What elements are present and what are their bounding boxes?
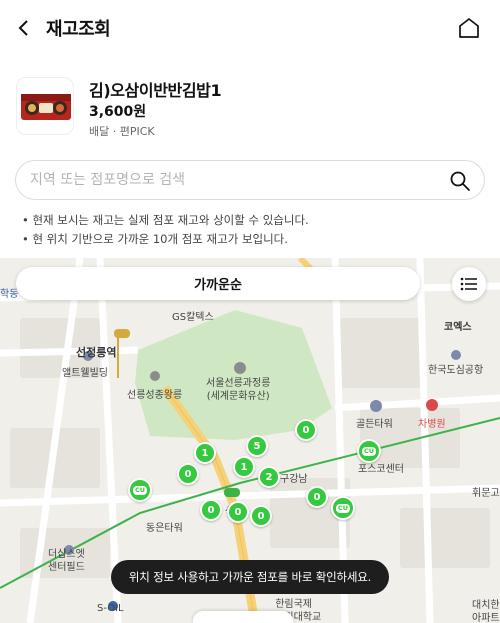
map-label: 센터필드 [48, 562, 85, 573]
map-label: 학동 [0, 289, 19, 300]
app-header: 재고조회 [0, 0, 500, 56]
map-label: 더샵스엣 [48, 549, 85, 560]
search-box [15, 160, 485, 200]
map-label: 구강남 [280, 474, 308, 485]
map-label-heritage: 서울선릉과정릉 (세계문화유산) [206, 377, 270, 403]
notice-line: • 현 위치 기반으로 가까운 10개 점포 재고가 보입니다. [22, 232, 288, 246]
product-thumbnail [16, 77, 74, 135]
store-marker[interactable]: 0 [177, 463, 199, 485]
map-label: 한국도심공항 [428, 365, 484, 376]
stock-notices: • 현재 보시는 재고는 실제 점포 재고와 상이할 수 있습니다. • 현 위… [22, 211, 309, 249]
map-label: 서울선릉과정릉 [206, 378, 271, 389]
map-label: (세계문화유산) [206, 391, 270, 402]
store-marker[interactable]: 2 [258, 466, 280, 488]
search-icon[interactable] [448, 169, 472, 193]
product-tags: 배달 · 편PICK [89, 125, 155, 138]
store-map[interactable]: 가까운순 학동 GS칼텍스 코엑스 선정릉역 앨트웰빌딩 한국도심공항 선릉성종… [0, 258, 500, 623]
home-button[interactable] [454, 13, 484, 43]
store-marker[interactable]: 0 [200, 499, 222, 521]
store-marker[interactable]: 1 [233, 456, 255, 478]
store-marker[interactable]: 0 [295, 419, 317, 441]
store-marker[interactable]: 0 [306, 486, 328, 508]
cu-logo-icon: CU [361, 446, 377, 456]
map-label: 아파트 [472, 613, 500, 623]
cu-logo-icon: CU [132, 485, 148, 495]
list-view-button[interactable] [452, 267, 486, 301]
list-icon [460, 277, 477, 291]
search-input[interactable] [30, 161, 440, 199]
map-label: 휘문고 [472, 488, 500, 499]
notice-line: • 현재 보시는 재고는 실제 점포 재고와 상이할 수 있습니다. [22, 213, 309, 227]
map-label: 동은타워 [146, 523, 183, 534]
product-info: 김)오삼이반반김밥1 3,600원 배달 · 편PICK [16, 74, 486, 138]
map-label: S-OIL [97, 603, 124, 614]
store-marker[interactable]: 0 [227, 501, 249, 523]
map-label: 코엑스 [444, 322, 472, 333]
map-label: 앨트웰빌딩 [62, 368, 108, 379]
bottom-sheet-handle[interactable] [193, 611, 293, 623]
map-label-daechi: 대치한 아파트 [472, 599, 500, 623]
cu-store-marker[interactable]: CU [357, 439, 381, 463]
product-price: 3,600원 [89, 104, 147, 120]
map-label: 한림국제 [275, 599, 312, 610]
chevron-left-icon [18, 20, 28, 36]
store-marker[interactable]: 5 [246, 435, 268, 457]
store-marker[interactable]: 1 [194, 442, 216, 464]
page-title: 재고조회 [46, 19, 111, 40]
map-label: GS칼텍스 [172, 312, 214, 323]
gimbap-image [21, 94, 71, 120]
map-label-thesharp: 더샵스엣 센터필드 [48, 548, 85, 574]
back-button[interactable] [10, 14, 38, 42]
map-label: 선정릉역 [76, 346, 117, 359]
map-label: 대치한 [472, 600, 500, 611]
map-label: 골든타워 [356, 419, 393, 430]
home-icon [459, 18, 479, 38]
cu-store-marker[interactable]: CU [128, 478, 152, 502]
store-marker[interactable]: 0 [250, 505, 272, 527]
cu-store-marker[interactable]: CU [331, 496, 355, 520]
map-label: 차병원 [418, 419, 446, 430]
sort-toggle-button[interactable]: 가까운순 [16, 267, 420, 300]
cu-logo-icon: CU [335, 503, 351, 513]
map-label: 선릉성종왕릉 [127, 390, 183, 401]
product-name: 김)오삼이반반김밥1 [89, 81, 222, 100]
location-permission-toast[interactable]: 위치 정보 사용하고 가까운 점포를 바로 확인하세요. [111, 560, 389, 594]
